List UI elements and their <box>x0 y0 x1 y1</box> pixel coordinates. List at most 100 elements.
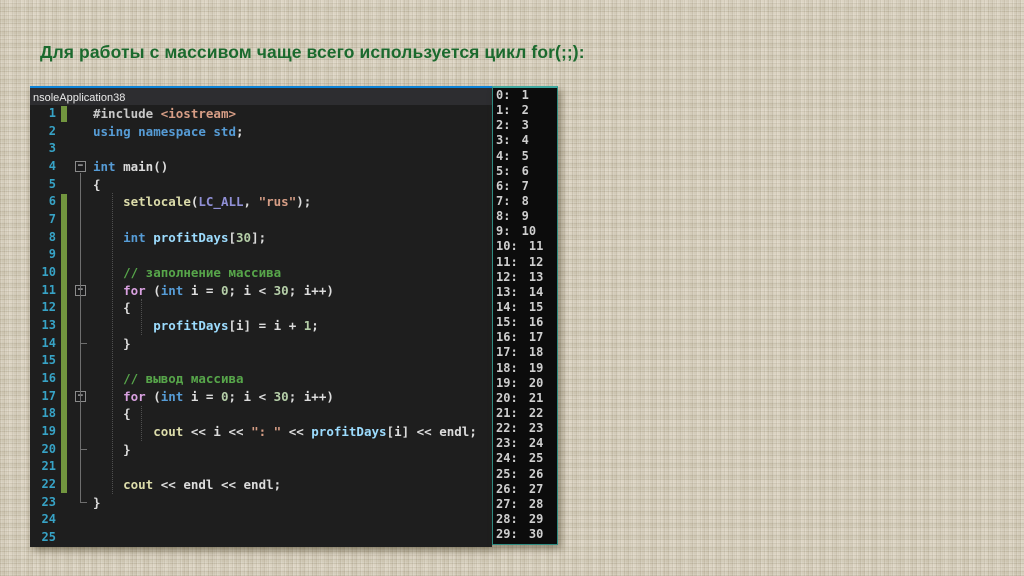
console-line: 23: 24 <box>496 436 544 451</box>
code-line[interactable]: 2 using namespace std; <box>30 123 492 141</box>
console-line: 4: 5 <box>496 148 529 163</box>
line-number: 2 <box>48 123 56 138</box>
code-line[interactable]: 16 // вывод массива <box>30 370 492 388</box>
code-token: cout <box>153 424 184 440</box>
line-number: 4 <box>48 159 56 174</box>
change-tracking-bar <box>61 106 67 122</box>
code-token: for <box>123 388 146 404</box>
line-number: 11 <box>41 282 56 297</box>
code-line[interactable]: 5{ <box>30 176 492 194</box>
console-line: 7: 8 <box>496 193 529 208</box>
code-text: // вывод массива <box>93 370 243 388</box>
tab-console-application[interactable]: nsoleApplication38 <box>30 90 134 105</box>
code-text: int profitDays[30]; <box>93 229 266 247</box>
line-number: 8 <box>48 229 56 244</box>
code-line[interactable]: 6 setlocale(LC_ALL, "rus"); <box>30 193 492 211</box>
code-token: i = <box>183 388 221 404</box>
code-token: "rus" <box>258 194 297 210</box>
code-token: ; i++) <box>288 282 334 298</box>
code-text: cout << i << ": " << profitDays[i] << en… <box>93 423 477 441</box>
code-token: [i] << endl; <box>386 424 477 440</box>
fold-guide-line <box>80 402 81 449</box>
code-line[interactable]: 3 <box>30 140 492 158</box>
code-line[interactable]: 10 // заполнение массива <box>30 264 492 282</box>
console-line: 28: 29 <box>496 511 544 526</box>
code-line[interactable]: 20 } <box>30 441 492 459</box>
code-line[interactable]: 7 <box>30 211 492 229</box>
code-text: // заполнение массива <box>93 264 281 282</box>
code-line[interactable]: 8 int profitDays[30]; <box>30 229 492 247</box>
code-line[interactable]: 9 <box>30 246 492 264</box>
code-token: #include <box>93 106 161 121</box>
code-line[interactable]: 19 cout << i << ": " << profitDays[i] <<… <box>30 423 492 441</box>
code-line[interactable]: 15 <box>30 352 492 370</box>
code-token: profitDays <box>153 318 229 334</box>
code-text: { <box>93 176 101 194</box>
code-token: setlocale <box>123 194 191 210</box>
code-token: ": " <box>251 424 282 440</box>
line-number: 15 <box>41 353 56 368</box>
code-token: for <box>123 282 146 298</box>
console-line: 8: 9 <box>496 209 529 224</box>
code-line[interactable]: 22 cout << endl << endl; <box>30 476 492 494</box>
editor-code-area[interactable]: 1 #include <iostream> 2 using namespace std… <box>30 105 492 547</box>
code-token: ; <box>311 318 319 334</box>
console-line: 2: 3 <box>496 118 529 133</box>
code-token: , <box>243 194 259 210</box>
code-line[interactable]: 14 } <box>30 335 492 353</box>
code-line[interactable]: 13 profitDays[i] = i + 1; <box>30 317 492 335</box>
console-line: 3: 4 <box>496 133 529 148</box>
console-line: 16: 17 <box>496 330 544 345</box>
code-text: int main() <box>93 158 168 176</box>
code-line[interactable]: 24 <box>30 511 492 529</box>
code-line[interactable]: 1 #include <iostream> <box>30 105 492 123</box>
code-text: #include <iostream> <box>93 105 236 123</box>
code-token: [i] = i + <box>228 318 304 334</box>
code-token: using namespace std <box>93 123 236 139</box>
code-token: main() <box>115 159 169 175</box>
editor-tab-bar: nsoleApplication38 <box>30 88 492 105</box>
code-token: ; <box>236 123 244 139</box>
code-token: ); <box>296 194 312 210</box>
console-line: 26: 27 <box>496 481 544 496</box>
code-line[interactable]: 18 { <box>30 405 492 423</box>
code-line[interactable]: 25 <box>30 529 492 547</box>
console-line: 22: 23 <box>496 421 544 436</box>
console-line: 19: 20 <box>496 375 544 390</box>
code-line[interactable]: 4 int main() <box>30 158 492 176</box>
line-number: 20 <box>41 441 56 456</box>
code-line[interactable]: 23} <box>30 494 492 512</box>
code-token: 0 <box>220 282 229 298</box>
code-token: 30 <box>236 229 252 245</box>
code-token: { <box>93 176 101 192</box>
code-line[interactable]: 17 for (int i = 0; i < 30; i++) <box>30 388 492 406</box>
code-token: 30 <box>273 388 289 404</box>
line-number: 12 <box>41 300 56 315</box>
console-line: 24: 25 <box>496 451 544 466</box>
code-token: profitDays <box>153 229 229 245</box>
code-editor-window[interactable]: nsoleApplication38 1 #include <iostream> 2… <box>30 86 492 547</box>
code-text: profitDays[i] = i + 1; <box>93 317 319 335</box>
code-text: for (int i = 0; i < 30; i++) <box>93 388 334 406</box>
code-text: setlocale(LC_ALL, "rus"); <box>93 193 311 211</box>
code-token: ]; <box>251 229 267 245</box>
indent-guide <box>141 405 142 441</box>
code-token: int <box>93 159 116 175</box>
fold-collapse-icon[interactable]: − <box>75 161 86 173</box>
line-number: 3 <box>48 141 56 156</box>
code-line[interactable]: 21 <box>30 458 492 476</box>
code-line[interactable]: 11 for (int i = 0; i < 30; i++) <box>30 282 492 300</box>
console-output-window[interactable]: 0: 1 1: 2 2: 3 3: 4 4: 5 5: 6 6: 7 7: 8 8: 9 9: 1… <box>492 86 558 545</box>
line-number: 25 <box>41 530 56 545</box>
console-line: 1: 2 <box>496 103 529 118</box>
fold-guide-tick <box>80 342 87 344</box>
code-token: 30 <box>273 282 289 298</box>
line-number: 22 <box>41 477 56 492</box>
code-line[interactable]: 12 { <box>30 299 492 317</box>
